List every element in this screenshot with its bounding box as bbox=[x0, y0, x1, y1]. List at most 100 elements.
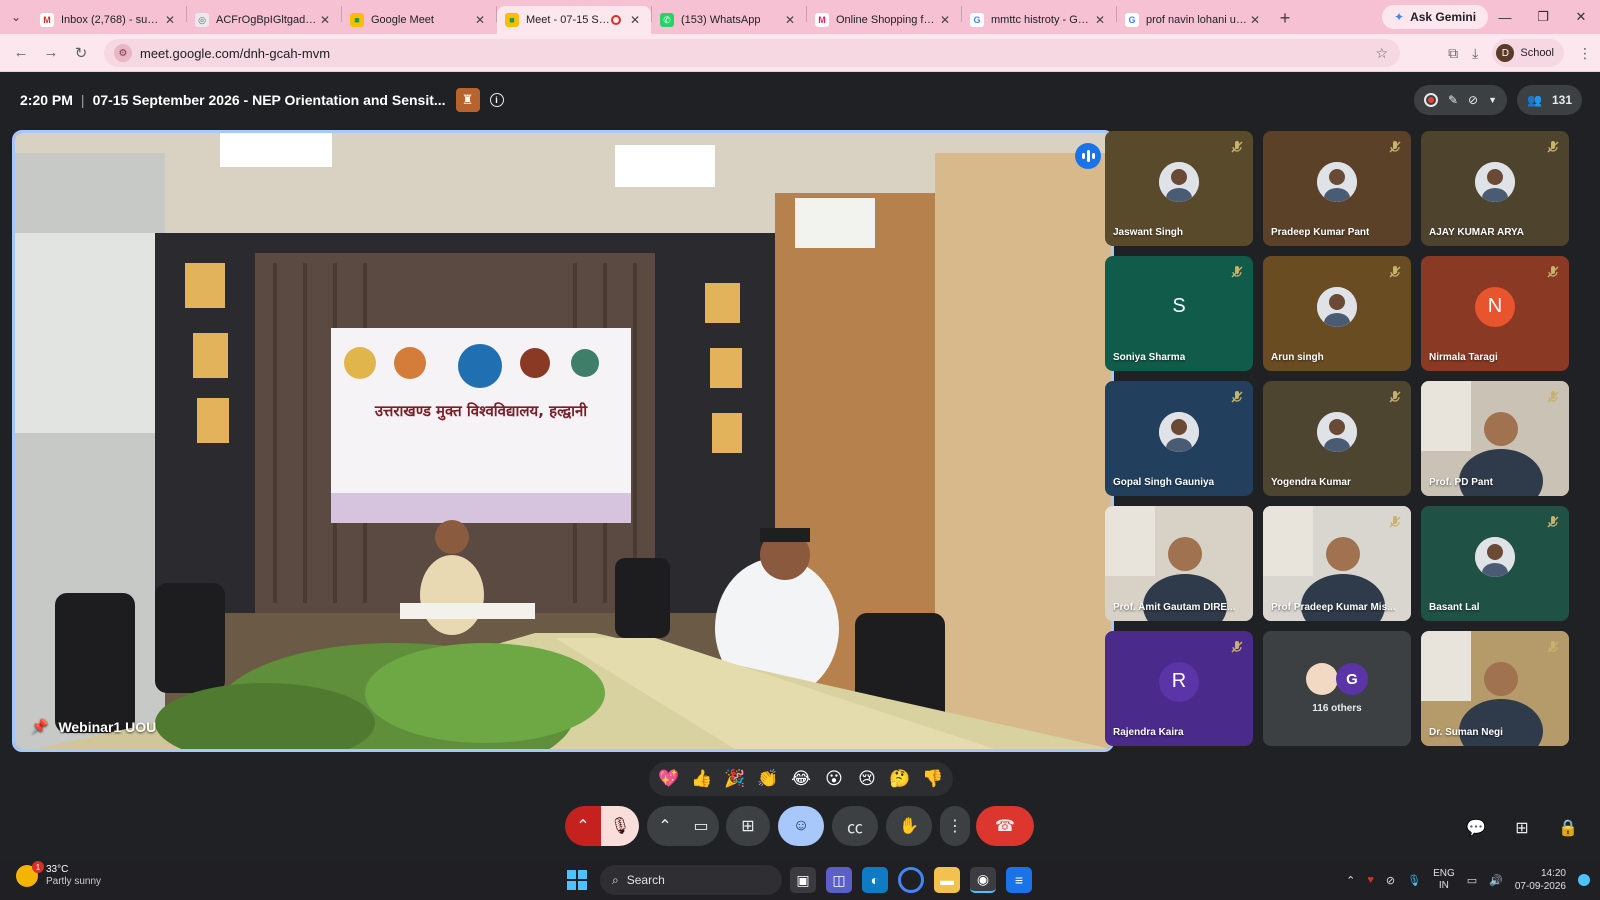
participant-tile[interactable]: Yogendra Kumar bbox=[1263, 381, 1411, 496]
video-options-button[interactable]: ⌃ bbox=[647, 806, 683, 846]
network-icon[interactable]: ▭ bbox=[1467, 874, 1477, 887]
microphone-tray-icon[interactable]: 🎙 bbox=[1407, 874, 1421, 887]
reaction-emoji-button[interactable]: 🤔 bbox=[886, 765, 914, 793]
antivirus-icon[interactable]: ♥ bbox=[1367, 874, 1374, 886]
captions-icon: ㏄ bbox=[846, 820, 863, 837]
reactions-bar: 💖 👍 🎉 👏 😂 😮 😢 🤔 👎 bbox=[649, 762, 953, 796]
reactions-button[interactable]: ☺ bbox=[778, 806, 824, 846]
others-count: 116 others bbox=[1312, 703, 1362, 714]
mic-off-icon bbox=[1229, 139, 1245, 155]
notepad-icon[interactable]: ≡ bbox=[1006, 867, 1032, 893]
minimize-icon[interactable]: — bbox=[1486, 0, 1524, 34]
browser-tab[interactable]: ◎ ACFrOgBpIGltgadLVl0...✕ bbox=[187, 6, 341, 34]
new-tab-button[interactable]: + bbox=[1271, 8, 1299, 29]
reaction-emoji-button[interactable]: 😂 bbox=[787, 765, 815, 793]
pin-icon[interactable]: 📌 bbox=[31, 718, 48, 735]
language-indicator[interactable]: ENG IN bbox=[1433, 868, 1455, 892]
participant-tile[interactable]: Dr. Suman Negi bbox=[1421, 631, 1569, 746]
close-tab-icon[interactable]: ✕ bbox=[162, 13, 178, 27]
participant-tile[interactable]: S Soniya Sharma bbox=[1105, 256, 1253, 371]
participant-tile[interactable]: Pradeep Kumar Pant bbox=[1263, 131, 1411, 246]
participant-tile[interactable]: Arun singh bbox=[1263, 256, 1411, 371]
ask-gemini-button[interactable]: ✦ Ask Gemini bbox=[1382, 5, 1489, 29]
others-tile[interactable]: G 116 others bbox=[1263, 631, 1411, 746]
leave-call-button[interactable]: ☎ bbox=[976, 806, 1034, 846]
reaction-emoji-button[interactable]: 😮 bbox=[820, 765, 848, 793]
participant-tile[interactable]: Prof. PD Pant bbox=[1421, 381, 1569, 496]
taskbar-clock[interactable]: 14:20 07-09-2026 bbox=[1515, 867, 1566, 893]
pinned-video-stage[interactable]: उत्तराखण्ड मुक्त विश्वविद्यालय, हल्द्वान… bbox=[12, 130, 1114, 752]
participant-tile[interactable]: AJAY KUMAR ARYA bbox=[1421, 131, 1569, 246]
reaction-emoji-button[interactable]: 😢 bbox=[853, 765, 881, 793]
side-panel-tools: 💬 ⊞ 🔒 bbox=[1464, 816, 1580, 840]
browser-menu-icon[interactable]: ⋮ bbox=[1578, 45, 1592, 62]
more-options-button[interactable]: ⋮ bbox=[940, 806, 970, 846]
tab-search-menu-icon[interactable]: ⌄ bbox=[0, 0, 32, 34]
site-info-icon[interactable]: ⚙ bbox=[114, 44, 132, 62]
browser-tab[interactable]: Gprof navin lohani uou ✕ bbox=[1117, 6, 1271, 34]
participant-tile[interactable]: Prof Pradeep Kumar Mis... bbox=[1263, 506, 1411, 621]
bookmark-star-icon[interactable]: ☆ bbox=[1375, 45, 1388, 62]
extensions-icon[interactable]: ⧉ bbox=[1448, 45, 1458, 62]
volume-icon[interactable]: 🔊 bbox=[1489, 874, 1503, 887]
close-tab-icon[interactable]: ✕ bbox=[1092, 13, 1108, 27]
participant-tile[interactable]: Basant Lal bbox=[1421, 506, 1569, 621]
browser-tab[interactable]: ✆ (153) WhatsApp ✕ bbox=[652, 6, 806, 34]
restore-icon[interactable]: ❐ bbox=[1524, 0, 1562, 34]
participant-tile[interactable]: Prof. Amit Gautam DIRE... bbox=[1105, 506, 1253, 621]
weather-widget[interactable]: 1 33°C Partly sunny bbox=[16, 861, 101, 888]
browser-tab[interactable]: M Online Shopping for W ✕ bbox=[807, 6, 961, 34]
participant-tile[interactable]: Jaswant Singh bbox=[1105, 131, 1253, 246]
camera-toggle-button[interactable]: ▭ bbox=[683, 806, 719, 846]
download-icon[interactable]: ⤓ bbox=[1472, 45, 1478, 62]
close-tab-icon[interactable]: ✕ bbox=[782, 13, 798, 27]
profile-button[interactable]: D School bbox=[1492, 39, 1564, 67]
mute-icon[interactable]: ⊘ bbox=[1386, 874, 1395, 887]
participant-tile[interactable]: N Nirmala Taragi bbox=[1421, 256, 1569, 371]
browser-tab[interactable]: Gmmttc histroty - Goog ✕ bbox=[962, 6, 1116, 34]
reaction-emoji-button[interactable]: 👏 bbox=[754, 765, 782, 793]
reaction-emoji-button[interactable]: 💖 bbox=[655, 765, 683, 793]
raise-hand-button[interactable]: ✋ bbox=[886, 806, 932, 846]
people-count-button[interactable]: 👥 131 bbox=[1517, 85, 1582, 115]
show-hidden-icons[interactable]: ⌃ bbox=[1346, 874, 1355, 887]
audio-options-button[interactable]: ⌃ bbox=[565, 806, 601, 846]
chrome-profile-icon[interactable]: ◉ bbox=[970, 867, 996, 893]
reaction-emoji-button[interactable]: 🎉 bbox=[721, 765, 749, 793]
back-icon[interactable]: ← bbox=[6, 38, 36, 68]
url-field[interactable]: ⚙ meet.google.com/dnh-gcah-mvm ☆ bbox=[104, 39, 1400, 67]
forward-icon[interactable]: → bbox=[36, 38, 66, 68]
start-button[interactable] bbox=[567, 870, 587, 890]
captions-button[interactable]: ㏄ bbox=[832, 806, 878, 846]
file-explorer-icon[interactable]: ▬ bbox=[934, 867, 960, 893]
close-tab-icon[interactable]: ✕ bbox=[627, 13, 643, 27]
participant-tile[interactable]: R Rajendra Kaira bbox=[1105, 631, 1253, 746]
browser-tab[interactable]: ■ Meet - 07-15 Sept ✕ bbox=[497, 6, 651, 34]
browser-tab[interactable]: ■ Google Meet ✕ bbox=[342, 6, 496, 34]
notification-icon[interactable] bbox=[1578, 874, 1590, 886]
close-tab-icon[interactable]: ✕ bbox=[317, 13, 333, 27]
reaction-emoji-button[interactable]: 👎 bbox=[919, 765, 947, 793]
teams-icon[interactable]: ◫ bbox=[826, 867, 852, 893]
reload-icon[interactable]: ↻ bbox=[66, 38, 96, 68]
browser-tab[interactable]: M Inbox (2,768) - suman ✕ bbox=[32, 6, 186, 34]
recording-status-pill[interactable]: ✎ ⊘ ▼ bbox=[1413, 85, 1508, 115]
close-tab-icon[interactable]: ✕ bbox=[937, 13, 953, 27]
close-window-icon[interactable]: ✕ bbox=[1562, 0, 1600, 34]
present-screen-button[interactable]: ⊞ bbox=[726, 806, 770, 846]
chat-icon[interactable]: 💬 bbox=[1464, 816, 1488, 840]
task-view-icon[interactable]: ▣ bbox=[790, 867, 816, 893]
participant-tile[interactable]: Gopal Singh Gauniya bbox=[1105, 381, 1253, 496]
close-tab-icon[interactable]: ✕ bbox=[472, 13, 488, 27]
activities-icon[interactable]: ⊞ bbox=[1510, 816, 1534, 840]
host-controls-icon[interactable]: ♜ bbox=[455, 88, 480, 112]
microphone-toggle-button[interactable]: 🎙 bbox=[601, 806, 639, 846]
chevron-down-icon: ▼ bbox=[1488, 95, 1498, 105]
edge-icon[interactable]: ◐ bbox=[862, 867, 888, 893]
reaction-emoji-button[interactable]: 👍 bbox=[688, 765, 716, 793]
host-controls-lock-icon[interactable]: 🔒 bbox=[1556, 816, 1580, 840]
close-tab-icon[interactable]: ✕ bbox=[1247, 13, 1263, 27]
chrome-icon[interactable] bbox=[898, 867, 924, 893]
meeting-info-icon[interactable]: i bbox=[489, 93, 504, 107]
taskbar-search[interactable]: ⌕ Search bbox=[600, 865, 782, 895]
